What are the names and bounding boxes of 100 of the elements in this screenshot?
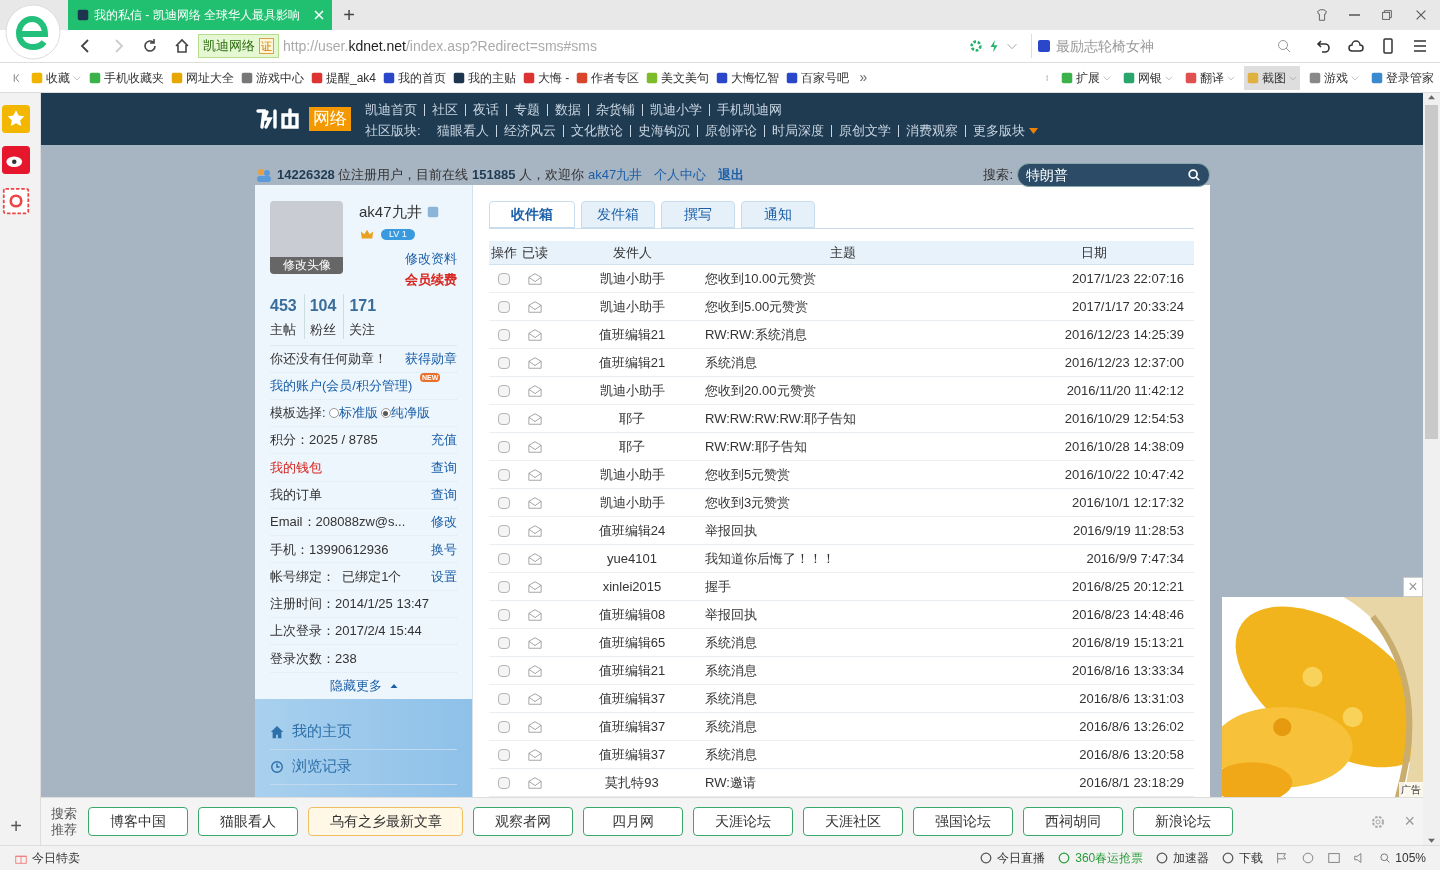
avatar[interactable]: 修改头像	[270, 201, 343, 274]
board-link[interactable]: 原创文学	[838, 120, 891, 141]
subject-cell[interactable]: RW:邀请	[692, 772, 994, 793]
mail-tab[interactable]: 发件箱	[581, 201, 655, 228]
stat-value[interactable]: 171	[349, 293, 377, 318]
collapse-link[interactable]: 隐藏更多	[329, 675, 382, 696]
subject-cell[interactable]: 您收到10.00元赞赏	[692, 268, 994, 289]
sender-cell[interactable]: 值班编辑37	[572, 744, 692, 765]
bookmark-link[interactable]: 手机收藏夹	[88, 68, 164, 87]
nav-link[interactable]: 手机凯迪网	[717, 99, 782, 120]
action-link[interactable]: 充值	[431, 430, 457, 450]
sender-cell[interactable]: 凯迪小助手	[572, 492, 692, 513]
subject-cell[interactable]: RW:RW:耶子告知	[692, 436, 994, 457]
nav-link[interactable]: 杂货铺	[596, 99, 635, 120]
new-tab-button[interactable]: +	[332, 0, 366, 30]
site-search-field[interactable]: 特朗普	[1017, 163, 1210, 187]
subject-cell[interactable]: 您收到5元赞赏	[692, 464, 994, 485]
medal-link[interactable]: 获得勋章	[405, 349, 457, 369]
sender-cell[interactable]: 值班编辑37	[572, 688, 692, 709]
subject-cell[interactable]: 系统消息	[692, 716, 994, 737]
action-link[interactable]: 设置	[431, 566, 457, 587]
recommend-button[interactable]: 四月网	[583, 807, 683, 836]
row-checkbox[interactable]	[498, 776, 510, 789]
status-item[interactable]: 今日直播	[979, 849, 1046, 867]
nav-link[interactable]: 社区	[432, 99, 458, 120]
sender-cell[interactable]: 凯迪小助手	[572, 464, 692, 485]
subject-cell[interactable]: 系统消息	[692, 660, 994, 681]
board-link[interactable]: 时局深度	[771, 120, 824, 141]
sender-cell[interactable]: 值班编辑65	[572, 632, 692, 653]
recommend-button[interactable]: 博客中国	[88, 807, 188, 836]
subject-cell[interactable]: 系统消息	[692, 352, 994, 373]
scrollbar-thumb[interactable]	[1425, 105, 1438, 439]
subject-cell[interactable]: 您收到20.00元赞赏	[692, 380, 994, 401]
toolbar-button[interactable]: 截图	[1244, 65, 1300, 90]
toolbar-button[interactable]: 翻译	[1182, 65, 1238, 90]
bookmark-link[interactable]: 网址大全	[170, 68, 234, 87]
edit-profile-link[interactable]: 修改资料	[405, 248, 457, 268]
zoom-level[interactable]: 105%	[1395, 849, 1426, 867]
nav-link[interactable]: 专题	[514, 99, 540, 120]
bookmark-link[interactable]: 大悔忆智	[715, 68, 780, 87]
action-link[interactable]: 查询	[431, 485, 457, 505]
stat-value[interactable]: 453	[270, 293, 297, 318]
sender-cell[interactable]: 凯迪小助手	[572, 380, 692, 401]
nav-link[interactable]: 凯迪首页	[365, 99, 417, 120]
bookmark-link[interactable]: 提醒_ak4	[310, 68, 377, 87]
row-checkbox[interactable]	[498, 748, 510, 761]
toolbar-button[interactable]: 网银	[1120, 65, 1176, 90]
board-link[interactable]: 文化散论	[570, 120, 623, 141]
status-item[interactable]: 加速器	[1155, 849, 1210, 867]
sender-cell[interactable]: xinlei2015	[572, 576, 692, 597]
nav-link[interactable]: 夜话	[473, 99, 499, 120]
row-checkbox[interactable]	[498, 356, 510, 369]
row-checkbox[interactable]	[498, 692, 510, 705]
subject-cell[interactable]: RW:RW:系统消息	[692, 324, 994, 345]
board-link[interactable]: 更多版块	[972, 120, 1025, 141]
recommend-button[interactable]: 观察者网	[473, 807, 573, 836]
recommend-button[interactable]: 猫眼看人	[198, 807, 298, 836]
sender-cell[interactable]: 值班编辑37	[572, 716, 692, 737]
subject-cell[interactable]: 您收到5.00元赞赏	[692, 296, 994, 317]
sender-cell[interactable]: 耶子	[572, 436, 692, 457]
row-checkbox[interactable]	[498, 664, 510, 677]
board-link[interactable]: 史海钩沉	[637, 120, 690, 141]
sender-cell[interactable]: 值班编辑21	[572, 352, 692, 373]
toolbar-button[interactable]: 游戏	[1306, 65, 1362, 90]
add-button[interactable]: +	[10, 811, 22, 845]
recommend-button[interactable]: 强国论坛	[913, 807, 1013, 836]
row-checkbox[interactable]	[498, 720, 510, 733]
recommend-button[interactable]: 天涯论坛	[693, 807, 793, 836]
nav-link[interactable]: 凯迪小学	[650, 99, 702, 120]
row-checkbox[interactable]	[498, 552, 510, 565]
recommend-button[interactable]: 西祠胡同	[1023, 807, 1123, 836]
sender-cell[interactable]: yue4101	[572, 548, 692, 569]
recommend-button[interactable]: 天涯社区	[803, 807, 903, 836]
status-link[interactable]: 今日特卖	[32, 849, 80, 867]
bookmark-link[interactable]: 大悔 -	[522, 68, 570, 87]
bookmark-link[interactable]: 我的首页	[382, 68, 447, 87]
sender-cell[interactable]: 凯迪小助手	[572, 268, 692, 289]
nav-link[interactable]: 数据	[555, 99, 581, 120]
subject-cell[interactable]: 握手	[692, 576, 994, 597]
subject-cell[interactable]: 系统消息	[692, 744, 994, 765]
template-radio[interactable]: 标准版	[328, 403, 378, 423]
row-checkbox[interactable]	[498, 636, 510, 649]
row-checkbox[interactable]	[498, 272, 510, 285]
sender-cell[interactable]: 耶子	[572, 408, 692, 429]
row-checkbox[interactable]	[498, 412, 510, 425]
caret-icon[interactable]	[1028, 127, 1038, 134]
board-link[interactable]: 消费观察	[905, 120, 958, 141]
row-checkbox[interactable]	[498, 440, 510, 453]
renew-link[interactable]: 会员续费	[405, 270, 457, 290]
close-icon[interactable]	[314, 10, 324, 20]
row-checkbox[interactable]	[498, 524, 510, 537]
template-radio[interactable]: 纯净版	[380, 403, 430, 423]
stat-value[interactable]: 104	[309, 293, 337, 318]
mail-tab[interactable]: 通知	[741, 201, 815, 228]
action-link[interactable]: 换号	[431, 539, 457, 560]
bookmark-link[interactable]: 百家号吧	[785, 68, 850, 87]
sender-cell[interactable]: 值班编辑21	[572, 324, 692, 345]
bookmark-link[interactable]: 美文美句	[645, 68, 710, 87]
row-checkbox[interactable]	[498, 328, 510, 341]
sender-cell[interactable]: 凯迪小助手	[572, 296, 692, 317]
